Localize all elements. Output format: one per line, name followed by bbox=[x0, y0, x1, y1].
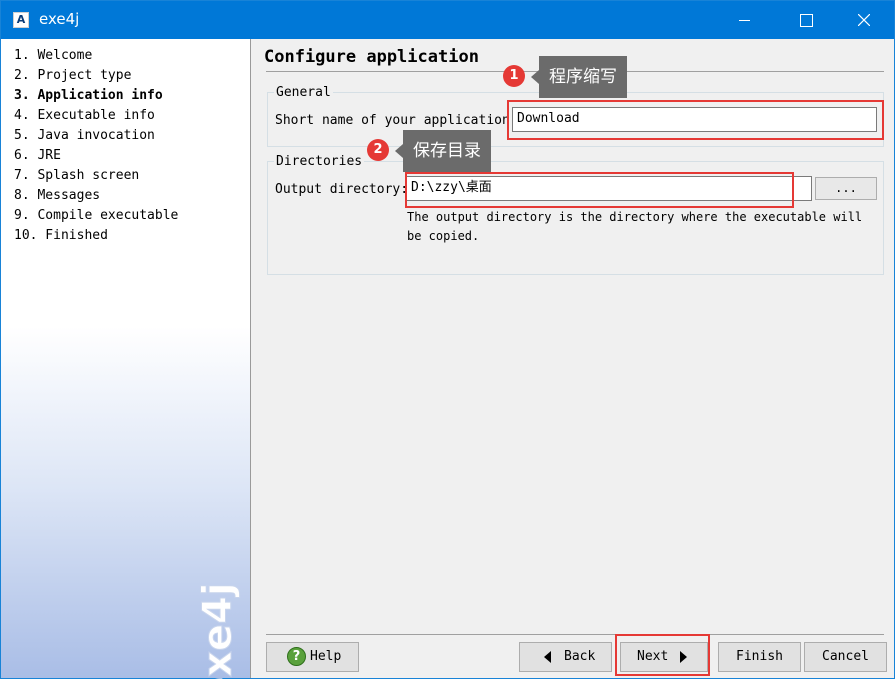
step-splash-screen[interactable]: 7. Splash screen bbox=[14, 166, 139, 186]
step-compile-executable[interactable]: 9. Compile executable bbox=[14, 206, 178, 226]
help-button-label: Help bbox=[310, 649, 342, 664]
minimize-icon[interactable] bbox=[721, 1, 767, 39]
annotation-badge-2: 2 bbox=[367, 139, 389, 161]
watermark-text: exe4j bbox=[195, 582, 241, 679]
step-executable-info[interactable]: 4. Executable info bbox=[14, 106, 155, 126]
close-icon[interactable] bbox=[841, 1, 887, 39]
short-name-input[interactable]: Download bbox=[512, 107, 877, 132]
maximize-icon[interactable] bbox=[783, 1, 829, 39]
help-icon: ? bbox=[287, 647, 306, 666]
step-welcome[interactable]: 1. Welcome bbox=[14, 46, 92, 66]
wizard-steps-panel: 1. Welcome 2. Project type 3. Applicatio… bbox=[1, 39, 251, 679]
page-title: Configure application bbox=[264, 47, 479, 67]
arrow-right-icon bbox=[680, 651, 687, 663]
step-application-info[interactable]: 3. Application info bbox=[14, 86, 163, 106]
output-directory-input[interactable]: D:\zzy\桌面 bbox=[406, 176, 812, 201]
browse-button[interactable]: ... bbox=[815, 177, 877, 200]
next-button[interactable]: Next bbox=[620, 642, 708, 672]
step-finished[interactable]: 10. Finished bbox=[14, 226, 108, 246]
title-bar[interactable]: A exe4j bbox=[1, 1, 894, 39]
exe4j-watermark-logo: exe4j bbox=[195, 582, 242, 679]
cancel-button[interactable]: Cancel bbox=[804, 642, 887, 672]
step-java-invocation[interactable]: 5. Java invocation bbox=[14, 126, 155, 146]
exe4j-window: A exe4j 1. Welcome 2. Project type 3. Ap… bbox=[0, 0, 895, 679]
finish-button[interactable]: Finish bbox=[718, 642, 801, 672]
exe4j-app-icon: A bbox=[13, 12, 29, 28]
annotation-callout-1: 程序缩写 bbox=[531, 56, 627, 98]
step-messages[interactable]: 8. Messages bbox=[14, 186, 100, 206]
output-directory-hint: The output directory is the directory wh… bbox=[407, 210, 863, 243]
step-jre[interactable]: 6. JRE bbox=[14, 146, 61, 166]
window-title: exe4j bbox=[39, 10, 80, 28]
main-panel: Configure application General Short name… bbox=[252, 39, 894, 678]
directories-legend: Directories bbox=[274, 154, 365, 170]
arrow-left-icon bbox=[544, 651, 551, 663]
short-name-label: Short name of your application: bbox=[275, 113, 518, 128]
back-button-label: Back bbox=[564, 649, 596, 664]
general-legend: General bbox=[274, 85, 333, 101]
next-button-label: Next bbox=[637, 649, 669, 664]
annotation-badge-1: 1 bbox=[503, 65, 525, 87]
annotation-callout-2: 保存目录 bbox=[395, 130, 491, 172]
step-project-type[interactable]: 2. Project type bbox=[14, 66, 131, 86]
button-bar-divider bbox=[266, 634, 884, 635]
help-button[interactable]: ? Help bbox=[266, 642, 359, 672]
output-directory-label: Output directory: bbox=[275, 182, 409, 197]
back-button[interactable]: Back bbox=[519, 642, 612, 672]
